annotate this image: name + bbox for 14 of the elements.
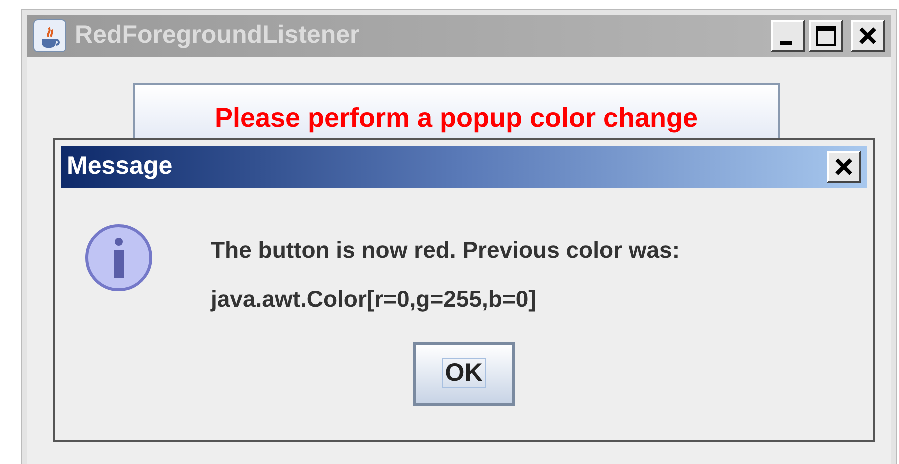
- minimize-icon: [780, 41, 792, 45]
- java-cup-icon: [33, 19, 67, 53]
- maximize-button[interactable]: [809, 20, 843, 52]
- close-button[interactable]: [851, 20, 885, 52]
- dialog-title: Message: [67, 151, 174, 182]
- ok-button[interactable]: OK: [413, 342, 515, 406]
- window-title: RedForegroundListener: [75, 20, 361, 52]
- close-icon: [858, 26, 878, 46]
- maximize-icon: [815, 25, 837, 47]
- minimize-button[interactable]: [771, 20, 805, 52]
- message-text: java.awt.Color[r=0,g=255,b=0]: [211, 285, 538, 314]
- message-text: The button is now red. Previous color was:: [211, 236, 680, 265]
- close-icon: [834, 157, 854, 177]
- close-button[interactable]: [827, 151, 861, 183]
